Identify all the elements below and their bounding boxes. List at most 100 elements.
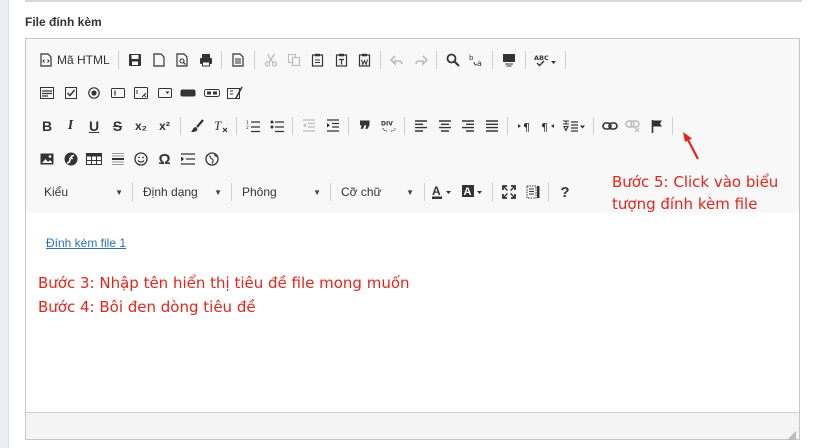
size-combo[interactable]: Cỡ chữ ▼	[333, 181, 419, 203]
bulleted-list-button[interactable]	[266, 115, 288, 137]
toolbar-row-5: Kiểu ▼ Định dạng ▼ Phông ▼ Cỡ chữ ▼ A A	[36, 179, 578, 205]
image-button[interactable]	[36, 148, 58, 170]
text-color-button[interactable]: A	[430, 181, 458, 203]
attachment-link[interactable]: Đính kèm file 1	[46, 236, 126, 250]
quote-icon: ❞	[359, 117, 371, 142]
resize-handle-icon[interactable]	[787, 427, 796, 440]
format-combo[interactable]: Định dạng ▼	[135, 181, 227, 203]
source-html-button[interactable]: Mã HTML	[36, 49, 114, 71]
justify-button[interactable]	[481, 115, 503, 137]
subscript-button[interactable]: x₂	[130, 115, 152, 137]
checkbox-button[interactable]	[60, 82, 82, 104]
smiley-icon	[134, 152, 148, 166]
justify-icon	[485, 120, 499, 132]
numbered-list-button[interactable]: 12	[242, 115, 264, 137]
svg-text:2: 2	[246, 125, 249, 131]
find-button[interactable]	[442, 49, 464, 71]
bold-button[interactable]: B	[36, 115, 58, 137]
preview-button[interactable]	[171, 49, 193, 71]
style-combo-label: Kiểu	[44, 185, 69, 199]
underline-button[interactable]: U	[83, 115, 105, 137]
copy-button[interactable]	[283, 49, 305, 71]
radio-icon	[88, 87, 100, 99]
table-button[interactable]	[83, 148, 105, 170]
italic-button[interactable]: I	[60, 115, 82, 137]
undo-button[interactable]	[386, 49, 408, 71]
link-button[interactable]	[599, 115, 621, 137]
paste-word-button[interactable]	[354, 49, 376, 71]
indent-button[interactable]	[322, 115, 344, 137]
outdent-button[interactable]	[298, 115, 320, 137]
align-left-button[interactable]	[410, 115, 432, 137]
templates-button[interactable]	[227, 49, 249, 71]
separator	[404, 117, 405, 135]
select-all-button[interactable]	[498, 49, 520, 71]
replace-button[interactable]: ba	[466, 49, 488, 71]
select-all-icon	[502, 53, 516, 67]
unlink-button[interactable]	[622, 115, 644, 137]
text-color-icon: A	[432, 185, 456, 199]
background-color-icon: A	[461, 185, 486, 199]
radio-button[interactable]	[83, 82, 105, 104]
ltr-button[interactable]: ¶	[513, 115, 535, 137]
select-field-button[interactable]	[154, 82, 176, 104]
undo-icon	[390, 54, 404, 66]
remove-format-button[interactable]: T	[210, 115, 232, 137]
replace-icon: ba	[469, 53, 485, 67]
smiley-button[interactable]	[130, 148, 152, 170]
anchor-button[interactable]	[646, 115, 668, 137]
horizontal-rule-button[interactable]	[107, 148, 129, 170]
paste-button[interactable]	[307, 49, 329, 71]
underline-icon: U	[88, 118, 100, 134]
language-button[interactable]	[560, 115, 588, 137]
separator	[380, 51, 382, 69]
separator	[507, 117, 508, 135]
cut-button[interactable]	[260, 49, 282, 71]
save-button[interactable]	[124, 49, 146, 71]
preview-icon	[176, 53, 189, 67]
select-field-icon	[157, 87, 172, 99]
horizontal-rule-icon	[111, 152, 125, 166]
page-break-button[interactable]	[177, 148, 199, 170]
copy-format-button[interactable]	[186, 115, 208, 137]
separator	[132, 183, 133, 201]
iframe-button[interactable]	[201, 148, 223, 170]
print-button[interactable]	[195, 49, 217, 71]
flash-button[interactable]	[60, 148, 82, 170]
table-icon	[86, 153, 102, 165]
rtl-button[interactable]: ¶	[537, 115, 559, 137]
form-button[interactable]	[36, 82, 58, 104]
field-label: File đính kèm	[25, 15, 102, 29]
background-color-button[interactable]: A	[460, 181, 488, 203]
style-combo[interactable]: Kiểu ▼	[36, 181, 128, 203]
hidden-field-icon	[227, 86, 243, 100]
strikethrough-button[interactable]: S	[107, 115, 129, 137]
new-page-button[interactable]	[148, 49, 170, 71]
text-field-button[interactable]	[107, 82, 129, 104]
image-button-icon	[203, 88, 220, 98]
spellcheck-button[interactable]: ABC	[531, 49, 561, 71]
paste-text-button[interactable]	[330, 49, 352, 71]
save-icon	[128, 53, 142, 67]
textarea-button[interactable]	[130, 82, 152, 104]
omega-icon: Ω	[158, 150, 171, 168]
separator	[492, 51, 494, 69]
superscript-button[interactable]: x²	[154, 115, 176, 137]
special-char-button[interactable]: Ω	[154, 148, 176, 170]
font-combo[interactable]: Phông ▼	[234, 181, 326, 203]
paste-word-icon	[358, 53, 371, 67]
editor-status-bar	[26, 412, 799, 440]
align-right-button[interactable]	[457, 115, 479, 137]
image-button-field-button[interactable]	[201, 82, 223, 104]
show-blocks-button[interactable]	[522, 181, 544, 203]
about-button[interactable]: ?	[554, 181, 576, 203]
hidden-field-button[interactable]	[224, 82, 246, 104]
align-center-button[interactable]	[434, 115, 456, 137]
create-div-button[interactable]: DIV	[378, 115, 400, 137]
step-5-line-1: Bước 5: Click vào biểu	[612, 173, 779, 191]
maximize-button[interactable]	[498, 181, 520, 203]
text-field-icon	[110, 87, 125, 99]
blockquote-button[interactable]: ❞	[354, 115, 376, 142]
redo-button[interactable]	[410, 49, 432, 71]
button-field-button[interactable]	[177, 82, 199, 104]
